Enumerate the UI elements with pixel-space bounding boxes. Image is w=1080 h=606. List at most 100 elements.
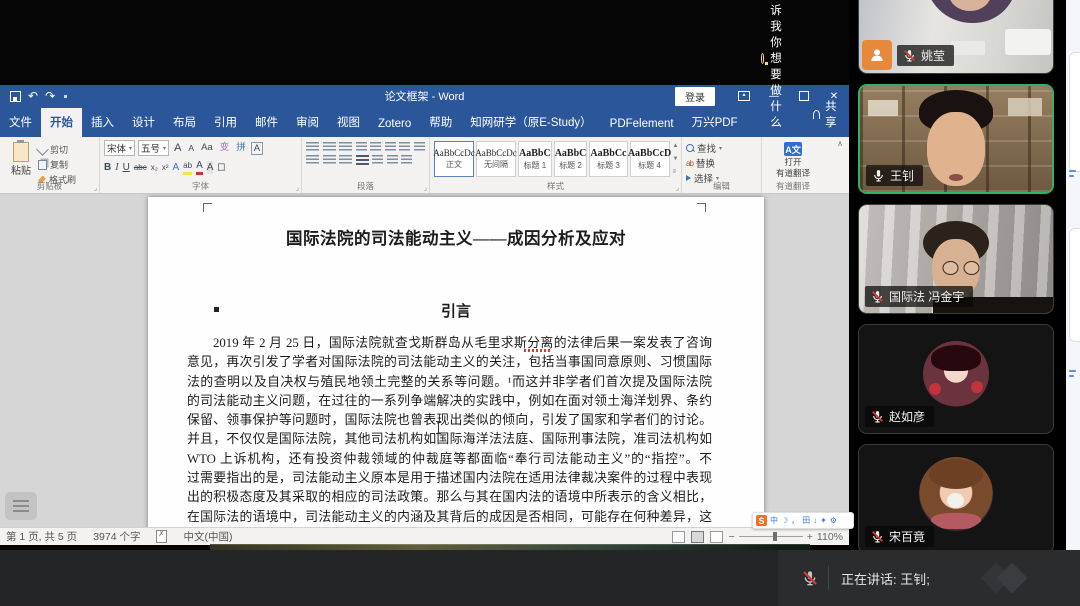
bullets-button[interactable] (306, 142, 319, 153)
zoom-level[interactable]: 110% (817, 531, 843, 543)
participants-panel[interactable]: 姚莹 王钊 (849, 0, 1080, 606)
sogou-logo-icon[interactable]: S (756, 515, 767, 526)
zoom-slider[interactable] (739, 536, 803, 537)
bold-button[interactable]: B (104, 161, 111, 174)
grow-font-button[interactable]: A (172, 141, 183, 155)
read-mode-button[interactable] (672, 531, 685, 543)
paragraph-shading-button[interactable] (387, 155, 398, 166)
zoom-in-button[interactable]: + (807, 531, 813, 543)
cut-button[interactable]: 剪切 (38, 143, 76, 156)
tab-wondershare-pdf[interactable]: 万兴PDF (683, 108, 747, 137)
sogou-ime-toolbar[interactable]: S 中 ☽ ， 田 ↓ ✦ ⚙ (752, 512, 854, 529)
tab-zotero[interactable]: Zotero (369, 112, 420, 137)
navigation-float-button[interactable] (5, 492, 37, 520)
tab-cnki[interactable]: 知网研学（原E-Study） (461, 108, 600, 137)
zoom-slider-thumb[interactable] (773, 532, 777, 541)
fullwidth-icon[interactable]: ☽ (781, 515, 788, 526)
zoom-out-button[interactable]: − (729, 531, 735, 543)
language-indicator[interactable]: 中文(中国) (183, 529, 232, 544)
participant-tile[interactable]: 宋百竟 (858, 444, 1054, 554)
proofing-status-icon[interactable] (156, 530, 167, 543)
tab-layout[interactable]: 布局 (164, 108, 205, 137)
sort-button[interactable] (399, 142, 410, 153)
paragraph-dialog-launcher[interactable]: ⌟ (424, 184, 427, 192)
phonetic-guide-button[interactable]: 拼 (234, 141, 248, 155)
youdao-open-button[interactable]: 打开 有道翻译 (776, 157, 810, 178)
multilevel-list-button[interactable] (339, 142, 352, 153)
chinese-mode-icon[interactable]: 中 (770, 515, 778, 526)
asian-layout-button[interactable] (385, 142, 396, 153)
text-effects-button[interactable]: A (173, 161, 180, 174)
subscript-button[interactable]: x₂ (151, 161, 158, 174)
borders-button[interactable] (401, 155, 412, 166)
italic-button[interactable]: I (115, 161, 118, 174)
voice-input-icon[interactable]: ↓ (813, 515, 817, 526)
tab-file[interactable]: 文件 (0, 108, 41, 137)
justify-button[interactable] (356, 155, 369, 166)
tab-insert[interactable]: 插入 (82, 108, 123, 137)
paragraph-group: 段落 ⌟ (302, 137, 430, 193)
find-button[interactable]: 查找▾ (686, 141, 757, 155)
line-spacing-button[interactable] (372, 155, 383, 166)
tab-home[interactable]: 开始 (41, 108, 82, 137)
highlight-button[interactable]: ab (183, 159, 192, 175)
participant-tile[interactable]: 姚莹 (858, 0, 1054, 74)
enclose-character-button[interactable]: 囗 (217, 161, 225, 174)
style-normal[interactable]: AaBbCcDc 正文 (434, 141, 474, 177)
print-layout-button[interactable] (691, 531, 704, 543)
mic-muted-icon[interactable] (802, 570, 818, 586)
character-border-button[interactable]: A (251, 142, 263, 155)
tell-me-search[interactable]: 告诉我你想要做什么 (751, 0, 800, 137)
styles-dialog-launcher[interactable]: ⌟ (676, 184, 679, 192)
tab-review[interactable]: 审阅 (287, 108, 328, 137)
collapse-ribbon-icon[interactable]: ∧ (831, 137, 849, 150)
style-no-spacing[interactable]: AaBbCcDc 无间隔 (476, 141, 516, 177)
font-name-combo[interactable]: 宋体▾ (104, 140, 135, 156)
superscript-button[interactable]: x² (162, 161, 169, 174)
page-indicator[interactable]: 第 1 页, 共 5 页 (6, 529, 77, 544)
style-heading1[interactable]: AaBbC 标题 1 (518, 141, 552, 177)
increase-indent-button[interactable] (370, 142, 381, 153)
punctuation-icon[interactable]: ， (791, 515, 799, 526)
change-case-button[interactable]: Aa (199, 141, 215, 155)
numbering-button[interactable] (323, 142, 336, 153)
participant-tile[interactable]: 赵如彦 (858, 324, 1054, 434)
tab-references[interactable]: 引用 (205, 108, 246, 137)
align-center-button[interactable] (323, 155, 336, 166)
tab-view[interactable]: 视图 (328, 108, 369, 137)
share-button[interactable]: 共享 (799, 92, 854, 137)
toolbox-icon[interactable]: ✦ (820, 515, 827, 526)
strikethrough-button[interactable]: abc (134, 161, 147, 174)
clear-format-button[interactable]: 变 (218, 141, 232, 155)
show-marks-button[interactable] (414, 142, 425, 153)
word-titlebar[interactable]: ↶ ↷ 论文框架 - Word 登录 ▴ — ✕ (0, 85, 849, 107)
shading-button[interactable]: A (207, 161, 214, 174)
copy-button[interactable]: 复制 (38, 158, 76, 171)
underline-button[interactable]: U (123, 161, 130, 174)
word-count[interactable]: 3974 个字 (93, 529, 140, 544)
style-heading4[interactable]: AaBbCcD 标题 4 (630, 141, 670, 177)
decrease-indent-button[interactable] (356, 142, 367, 153)
participant-tile[interactable]: 国际法 冯金宇 (858, 204, 1054, 314)
participant-tile[interactable]: 王钊 (858, 84, 1054, 194)
styles-gallery-scroll[interactable]: ▲▼≡ (672, 141, 680, 177)
tab-help[interactable]: 帮助 (420, 108, 461, 137)
font-color-button[interactable]: A (196, 159, 203, 175)
virtual-keyboard-icon[interactable]: 田 (802, 515, 810, 526)
document-area[interactable]: 国际法院的司法能动主义——成因分析及应对 引言 2019 年 2 月 25 日，… (0, 194, 849, 527)
replace-button[interactable]: ab替换 (686, 156, 757, 170)
tab-pdfelement[interactable]: PDFelement (601, 112, 683, 137)
tab-mailings[interactable]: 邮件 (246, 108, 287, 137)
align-right-button[interactable] (339, 155, 352, 166)
settings-icon[interactable]: ⚙ (830, 515, 837, 526)
shrink-font-button[interactable]: A (186, 141, 196, 155)
tab-design[interactable]: 设计 (123, 108, 164, 137)
align-left-button[interactable] (306, 155, 319, 166)
font-dialog-launcher[interactable]: ⌟ (296, 184, 299, 192)
clipboard-dialog-launcher[interactable]: ⌟ (94, 184, 97, 192)
web-layout-button[interactable] (710, 531, 723, 543)
font-size-combo[interactable]: 五号▾ (138, 140, 169, 156)
style-heading3[interactable]: AaBbCc 标题 3 (589, 141, 627, 177)
style-heading2[interactable]: AaBbC 标题 2 (554, 141, 588, 177)
document-page[interactable]: 国际法院的司法能动主义——成因分析及应对 引言 2019 年 2 月 25 日，… (148, 197, 764, 527)
